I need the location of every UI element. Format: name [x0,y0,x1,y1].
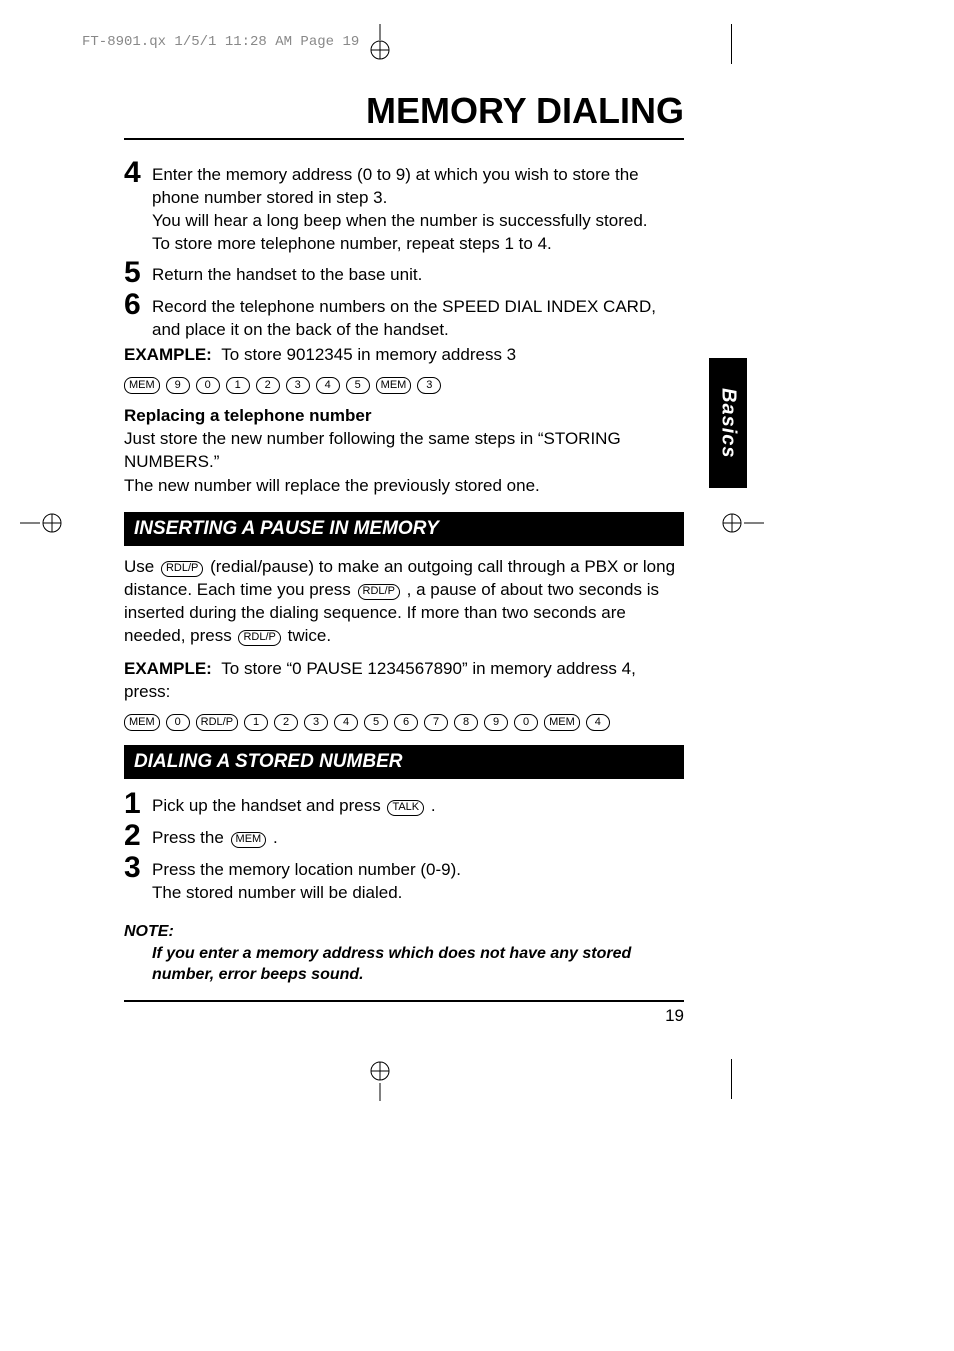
key-digit: 9 [484,714,508,731]
key-rdlp-icon: RDL/P [358,584,400,600]
key-digit: 4 [316,377,340,394]
key-digit: 2 [274,714,298,731]
crop-mark-bottom [350,1051,410,1101]
example-1: EXAMPLE: To store 9012345 in memory addr… [124,344,684,367]
key-digit: 3 [417,377,441,394]
example-2: EXAMPLE: To store “0 PAUSE 1234567890” i… [124,658,684,704]
step-number: 6 [124,290,152,342]
key-digit: 5 [346,377,370,394]
step-number: 2 [124,821,152,851]
key-rdlp-icon: RDL/P [238,630,280,646]
dial-step-2: 2 Press the MEM . [124,821,684,851]
example-label: EXAMPLE: [124,345,212,364]
key-digit: 7 [424,714,448,731]
step-6: 6 Record the telephone numbers on the SP… [124,290,684,342]
pause-paragraph: Use RDL/P (redial/pause) to make an outg… [124,556,684,648]
key-digit: 1 [244,714,268,731]
step-body: Record the telephone numbers on the SPEE… [152,290,684,342]
step-number: 4 [124,158,152,256]
dial-step-1: 1 Pick up the handset and press TALK . [124,789,684,819]
dial-step-3: 3 Press the memory location number (0-9)… [124,853,684,905]
step-text: To store more telephone number, repeat s… [152,234,552,253]
key-digit: 4 [586,714,610,731]
step-body: Enter the memory address (0 to 9) at whi… [152,158,684,256]
replacing-heading: Replacing a telephone number [124,406,684,426]
key-mem: MEM [124,377,160,394]
key-rdlp: RDL/P [196,714,238,731]
note-body: If you enter a memory address which does… [152,943,684,986]
page-footer: 19 [124,1000,684,1026]
crop-corner-top-right [731,24,734,64]
key-digit: 2 [256,377,280,394]
key-mem: MEM [376,377,412,394]
page-content: MEMORY DIALING 4 Enter the memory addres… [124,90,684,1026]
example-1-keys: MEM 9 0 1 2 3 4 5 MEM 3 [124,377,684,394]
key-mem: MEM [124,714,160,731]
crop-corner-bottom-right [731,1059,734,1099]
text: Press the memory location number (0-9). [152,860,461,879]
note-label: NOTE: [124,923,684,941]
crop-mark-right [704,498,764,548]
step-5: 5 Return the handset to the base unit. [124,258,684,288]
key-digit: 8 [454,714,478,731]
example-label: EXAMPLE: [124,659,212,678]
key-digit: 0 [166,714,190,731]
example-2-keys: MEM 0 RDL/P 1 2 3 4 5 6 7 8 9 0 MEM 4 [124,714,684,731]
section-inserting-pause: INSERTING A PAUSE IN MEMORY [124,512,684,546]
side-tab-basics: Basics [709,358,747,488]
step-number: 1 [124,789,152,819]
step-body: Press the MEM . [152,821,684,851]
key-digit: 9 [166,377,190,394]
step-body: Pick up the handset and press TALK . [152,789,684,819]
step-body: Return the handset to the base unit. [152,258,684,288]
step-body: Press the memory location number (0-9). … [152,853,684,905]
key-digit: 6 [394,714,418,731]
text: twice. [283,626,331,645]
key-digit: 0 [514,714,538,731]
text: Pick up the handset and press [152,796,385,815]
text: The stored number will be dialed. [152,883,402,902]
crop-mark-top [350,24,410,64]
step-4: 4 Enter the memory address (0 to 9) at w… [124,158,684,256]
example-text: To store 9012345 in memory address 3 [221,345,516,364]
text: . [426,796,435,815]
replacing-text-2: The new number will replace the previous… [124,475,684,498]
step-text: You will hear a long beep when the numbe… [152,211,648,230]
step-number: 5 [124,258,152,288]
replacing-text: Just store the new number following the … [124,428,684,474]
key-talk-icon: TALK [387,800,424,816]
key-rdlp-icon: RDL/P [161,561,203,577]
step-text: Enter the memory address (0 to 9) at whi… [152,165,639,207]
print-meta-line: FT-8901.qx 1/5/1 11:28 AM Page 19 [82,34,359,50]
key-digit: 5 [364,714,388,731]
key-mem: MEM [544,714,580,731]
text: Use [124,557,159,576]
key-digit: 0 [196,377,220,394]
key-digit: 3 [286,377,310,394]
page-title: MEMORY DIALING [124,90,684,140]
page-number: 19 [665,1006,684,1025]
crop-mark-left [20,498,80,548]
text: . [268,828,277,847]
key-digit: 4 [334,714,358,731]
text: Press the [152,828,229,847]
key-digit: 1 [226,377,250,394]
section-dialing-stored: DIALING A STORED NUMBER [124,745,684,779]
key-mem-icon: MEM [231,832,267,848]
step-number: 3 [124,853,152,905]
key-digit: 3 [304,714,328,731]
